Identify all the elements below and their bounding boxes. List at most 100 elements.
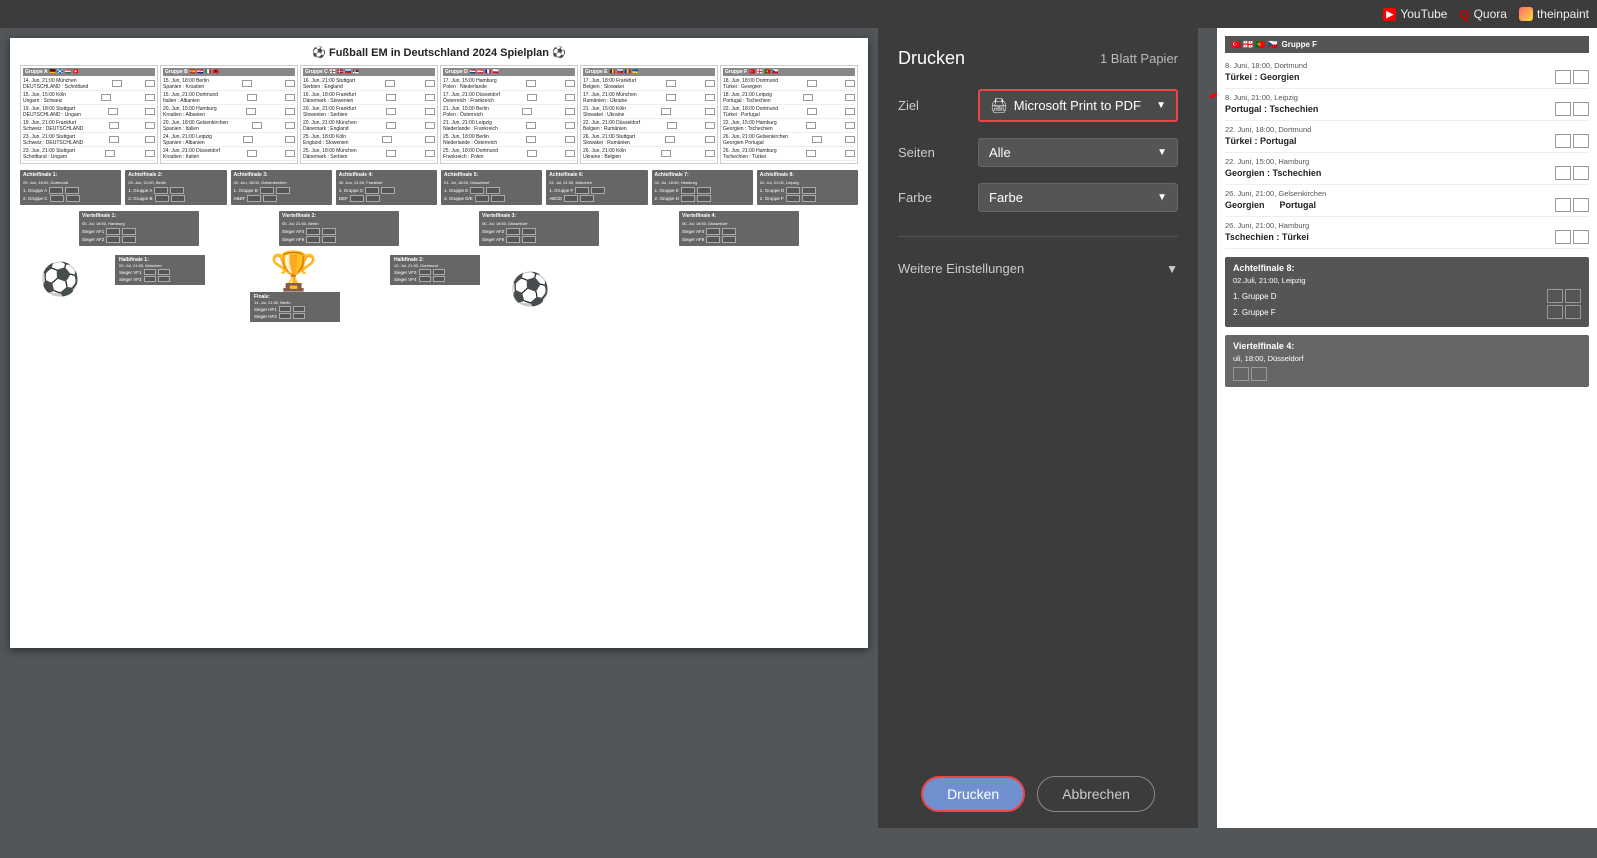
match-teams: Georgien : Tschechien [1225,168,1321,178]
match-date: 26. Juni, 21:00, Hamburg [1225,221,1589,230]
theinpaint-icon [1519,7,1533,21]
match-row: 17. Jun, 21:00 DüsseldorfÖsterreich : Fr… [443,91,575,105]
chevron-down-icon: ▼ [1157,192,1167,203]
print-header: Drucken 1 Blatt Papier [898,48,1178,69]
seiten-label: Seiten [898,145,978,160]
group-box-e: Gruppe E 🇧🇪 🇸🇰 🇷🇴 🇺🇦 17. Jun, 18:00 Fran… [580,65,718,164]
score-boxes [1555,230,1589,244]
score-boxes [1555,166,1589,180]
match-row: 23. Jun, 21:00 StuttgartSchottland : Ung… [23,147,155,161]
achtelfinale-row: Achtelfinale 1: 29. Jun, 18:00, Dortmund… [20,170,858,205]
weitere-einstellungen[interactable]: Weitere Einstellungen ▼ [898,253,1178,284]
group-header-e: Gruppe E 🇧🇪 🇸🇰 🇷🇴 🇺🇦 [583,68,715,76]
match-teams: Tschechien : Türkei [1225,232,1309,242]
achtelfinale-8-box: Achtelfinale 8: 02.Juli, 21:00, Leipzig … [1225,257,1589,327]
viertelfinale-1: Viertelfinale 1: 05. Jul, 18:00, Hamburg… [79,211,199,246]
achtel-team-1-label: 1. Gruppe D [1233,292,1277,301]
soccer-ball-left: ⚽ [40,260,80,298]
match-date: 8. Juni, 18:00, Dortmund [1225,61,1589,70]
match-row: 17. Jun, 21:00 MünchenRumänien : Ukraine [583,91,715,105]
match-row: 15. Jun, 15:00 KölnUngarn : Schweiz [23,91,155,105]
theinpaint-bookmark[interactable]: theinpaint [1519,7,1589,21]
group-header-f: Gruppe F 🇹🇷 🇬🇪 🇵🇹 🇨🇿 [723,68,855,76]
viertelfinale-3: Viertelfinale 3: 06. Jul, 18:00, Düsseld… [479,211,599,246]
doc-content: ⚽ Fußball EM in Deutschland 2024 Spielpl… [10,38,868,338]
spacer [898,292,1178,760]
match-teams: Türkei : Georgien [1225,72,1300,82]
youtube-bookmark[interactable]: ▶ YouTube [1383,7,1447,21]
group-header-c: Gruppe C 🏴󠁧󠁢󠁥󠁮󠁧󠁿 🇩🇰 🇸🇮 🇷🇸 [303,68,435,76]
finale: Finale: 14. Jul, 21:00, Berlin Sieger HF… [250,292,340,322]
gruppe-f-header: 🇹🇷 🇬🇪 🇵🇹 🇨🇿 Gruppe F [1225,36,1589,53]
achtel-team-2: 2. Gruppe F [1233,305,1581,319]
achtelfinale-2: Achtelfinale 2: 29. Jun, 21:00, Berlin 1… [125,170,226,205]
chevron-down-icon: ▼ [1157,147,1167,158]
drucken-button[interactable]: Drucken [921,776,1025,812]
group-header-a: Gruppe A 🇩🇪 🏴󠁧󠁢󠁳󠁣󠁴󠁿 🇭🇺 🇨🇭 [23,68,155,76]
group-box-b: Gruppe B 🇪🇸 🇭🇷 🇮🇹 🇦🇱 15. Jun, 18:00 Berl… [160,65,298,164]
match-row: 25. Jun, 18:00 MünchenDänemark : Serbien [303,147,435,161]
viertelfinale-4-box: Viertelfinale 4: uli, 18:00, Düsseldorf [1225,335,1589,387]
achtelfinale-4: Achtelfinale 4: 30. Jun, 21:00, Frankfur… [336,170,437,205]
finals-decoration: ⚽ ⚽ 🏆 Halbfinale 1: 09. Jul, 21:00, Münc… [20,250,858,330]
quora-bookmark[interactable]: Q Quora [1459,7,1506,22]
partial-document: 🇹🇷 🇬🇪 🇵🇹 🇨🇿 Gruppe F 8. Juni, 18:00, Dor… [1217,28,1597,828]
farbe-select[interactable]: Farbe ▼ [978,183,1178,212]
match-row: 19. Jun, 18:00 StuttgartDEUTSCHLAND : Un… [23,105,155,119]
match-item-3: 22. Juni, 18:00, Dortmund Türkei : Portu… [1225,121,1589,153]
ziel-select[interactable]: 🖨 Microsoft Print to PDF ▼ [978,89,1178,122]
match-date: 22. Juni, 15:00, Hamburg [1225,157,1589,166]
match-row: 25. Jun, 18:00 DortmundFrankreich : Pole… [443,147,575,161]
theinpaint-label: theinpaint [1537,7,1589,21]
seiten-select[interactable]: Alle ▼ [978,138,1178,167]
match-item-4: 22. Juni, 15:00, Hamburg Georgien : Tsch… [1225,153,1589,185]
achtelfinale-8: Achtelfinale 8: 02. Jul, 21:00, Leipzig … [757,170,858,205]
group-box-c: Gruppe C 🏴󠁧󠁢󠁥󠁮󠁧󠁿 🇩🇰 🇸🇮 🇷🇸 16. Jun, 21:00… [300,65,438,164]
document-preview: ⚽ Fußball EM in Deutschland 2024 Spielpl… [10,38,868,648]
viertelfinale-row: Viertelfinale 1: 05. Jul, 18:00, Hamburg… [20,211,858,246]
match-row: 26. Jun, 21:00 HamburgTschechien : Türke… [723,147,855,161]
print-divider [898,236,1178,237]
main-area: ⚽ Fußball EM in Deutschland 2024 Spielpl… [0,28,1597,828]
seiten-value: Alle [989,145,1011,160]
halbfinale-2: Halbfinale 2: 10. Jul, 21:00, Dortmund S… [390,255,480,285]
match-row: 20. Jun, 21:00 MünchenDänemark : England [303,119,435,133]
match-teams: Georgien Portugal [1225,200,1316,210]
printer-icon: 🖨 [990,97,1008,114]
gruppe-f-title: Gruppe F [1282,40,1318,49]
group-box-f: Gruppe F 🇹🇷 🇬🇪 🇵🇹 🇨🇿 18. Jun, 18:00 Dort… [720,65,858,164]
match-row: 21. Jun, 15:00 BerlinPolen : Österreich [443,105,575,119]
preview-area: ⚽ Fußball EM in Deutschland 2024 Spielpl… [0,28,878,828]
achtelfinale-8-date: 02.Juli, 21:00, Leipzig [1233,276,1581,285]
group-header-d: Gruppe D 🇳🇱 🇦🇹 🇫🇷 🇵🇱 [443,68,575,76]
achtel-team-1: 1. Gruppe D [1233,289,1581,303]
right-content: ⬇ 🖨 🇹🇷 🇬🇪 🇵🇹 🇨🇿 Gruppe F 8. Juni, 18:00,… [1198,28,1597,828]
group-box-d: Gruppe D 🇳🇱 🇦🇹 🇫🇷 🇵🇱 17. Jun, 15:00 Hamb… [440,65,578,164]
match-row: 15. Jun, 18:00 BerlinSpanien : Kroatien [163,77,295,91]
group-box-a: Gruppe A 🇩🇪 🏴󠁧󠁢󠁳󠁣󠁴󠁿 🇭🇺 🇨🇭 14. Jun, 21:00… [20,65,158,164]
print-panel: Drucken 1 Blatt Papier Ziel 🖨 Microsoft … [878,28,1198,828]
print-row-farbe: Farbe Farbe ▼ [898,183,1178,212]
quora-icon: Q [1459,7,1469,22]
group-header-b: Gruppe B 🇪🇸 🇭🇷 🇮🇹 🇦🇱 [163,68,295,76]
print-footer: Drucken Abbrechen [898,760,1178,828]
farbe-value: Farbe [989,190,1023,205]
abbrechen-button[interactable]: Abbrechen [1037,776,1155,812]
match-row: 21. Jun, 15:00 KölnSlowakei : Ukraine [583,105,715,119]
achtelfinale-6: Achtelfinale 6: 01. Jul, 21:00, München … [546,170,647,205]
match-row: 17. Jun, 15:00 HamburgPolen : Niederland… [443,77,575,91]
achtel-team-2-label: 2. Gruppe F [1233,308,1276,317]
score-boxes [1555,198,1589,212]
print-row-ziel: Ziel 🖨 Microsoft Print to PDF ▼ [898,89,1178,122]
achtelfinale-7: Achtelfinale 7: 02. Jul, 18:00, Hamburg … [652,170,753,205]
ziel-value: Microsoft Print to PDF [1014,98,1141,113]
match-teams: Portugal : Tschechien [1225,104,1318,114]
match-item-1: 8. Juni, 18:00, Dortmund Türkei : Georgi… [1225,57,1589,89]
match-row: 20. Jun, 15:00 HamburgKroatien : Albanie… [163,105,295,119]
match-row: 17. Jun, 18:00 FrankfurtBelgien : Slowak… [583,77,715,91]
match-row: 22. Jun, 15:00 HamburgGeorgien : Tschech… [723,119,855,133]
match-row: 21. Jun, 21:00 LeipzigNiederlande : Fran… [443,119,575,133]
match-item-2: 8. Juni, 21:00, Leipzig Portugal : Tsche… [1225,89,1589,121]
match-row: 26. Jun, 21:00 GelsenkirchenGeorgien Por… [723,133,855,147]
score-boxes [1555,134,1589,148]
